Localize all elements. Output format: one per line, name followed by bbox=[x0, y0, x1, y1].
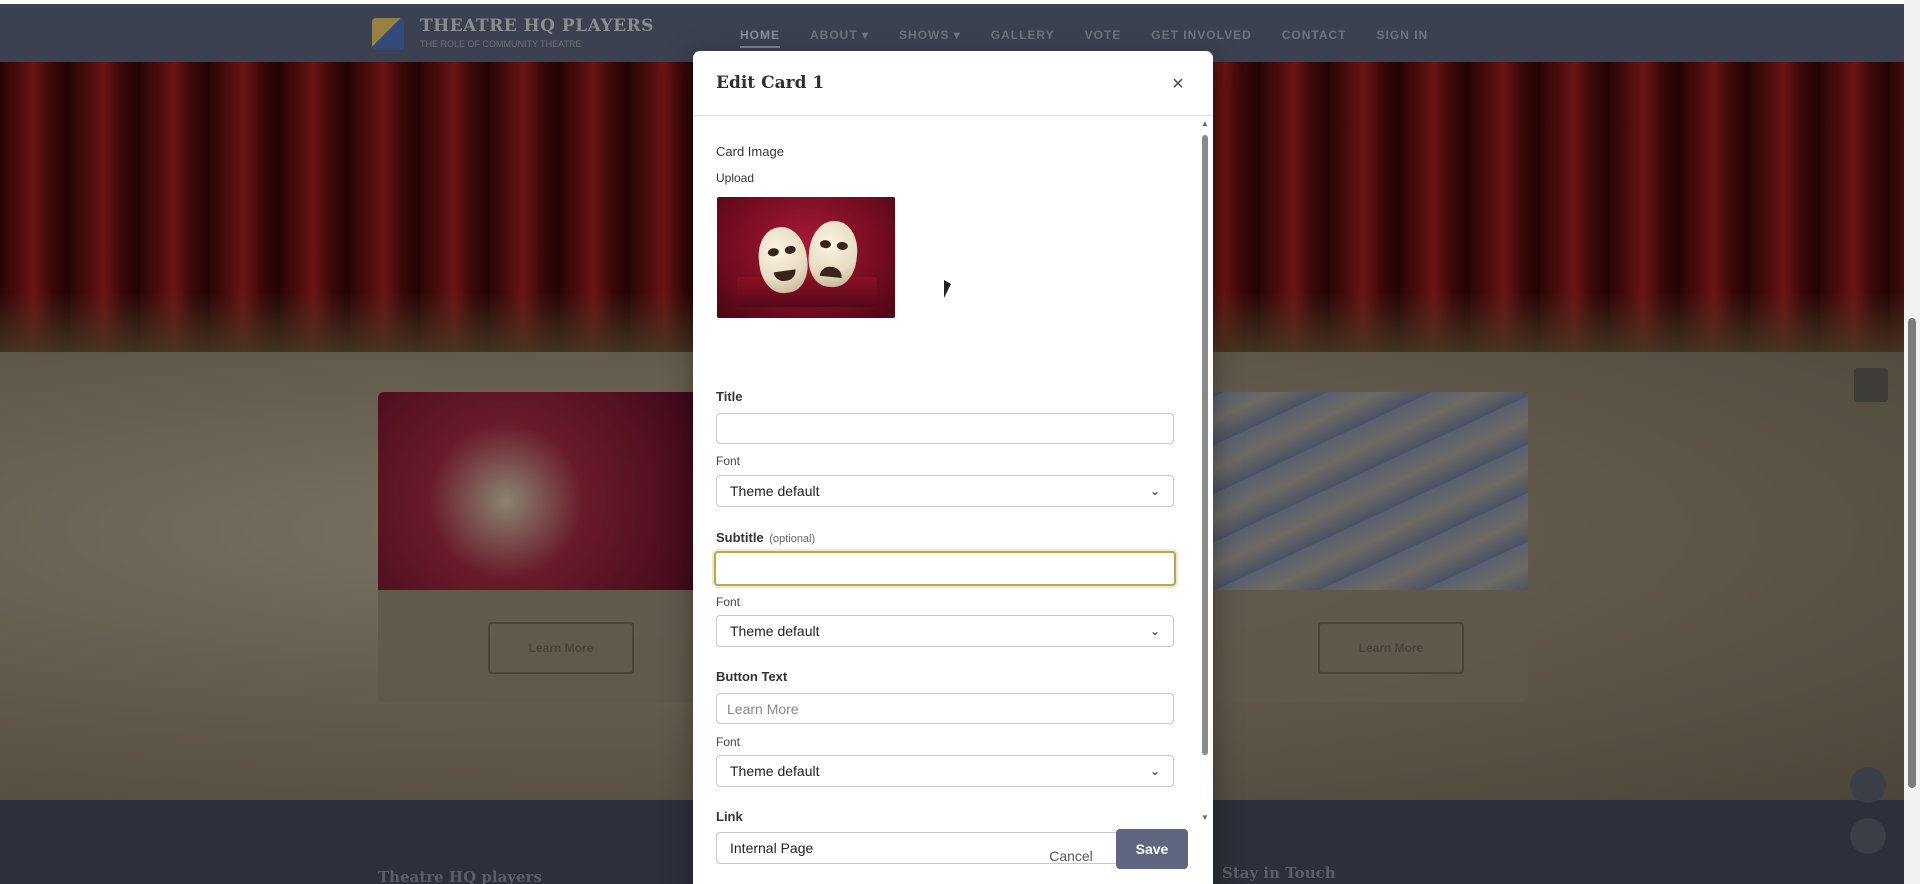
button-text-label: Button Text bbox=[716, 669, 788, 684]
nav-contact[interactable]: CONTACT bbox=[1282, 28, 1347, 48]
title-font-select[interactable]: Theme default ⌄ bbox=[716, 475, 1174, 507]
card-image-label: Card Image bbox=[716, 144, 784, 159]
nav-home[interactable]: HOME bbox=[740, 28, 780, 48]
edit-card-modal: Edit Card 1 × Card Image Upload Title Fo… bbox=[693, 51, 1213, 884]
button-font-value: Theme default bbox=[730, 763, 820, 779]
modal-title: Edit Card 1 bbox=[716, 73, 825, 93]
title-font-label: Font bbox=[716, 454, 741, 468]
card-3-button[interactable]: Learn More bbox=[1318, 622, 1464, 674]
card-image-thumbnail[interactable] bbox=[717, 197, 895, 318]
brand-logo-icon bbox=[372, 18, 404, 50]
footer-brand: Theatre HQ players bbox=[378, 868, 542, 884]
subtitle-label-text: Subtitle bbox=[716, 530, 764, 545]
chevron-down-icon: ⌄ bbox=[1149, 764, 1160, 778]
subtitle-optional-hint: (optional) bbox=[769, 533, 816, 545]
nav-get-involved[interactable]: GET INVOLVED bbox=[1151, 28, 1251, 48]
title-label: Title bbox=[716, 389, 743, 404]
nav-vote[interactable]: VOTE bbox=[1085, 28, 1122, 48]
brand-tagline: THE ROLE OF COMMUNITY THEATRE bbox=[420, 39, 582, 49]
mask-eye bbox=[767, 247, 780, 257]
modal-body: Card Image Upload Title Font Theme defau… bbox=[693, 117, 1213, 879]
title-font-value: Theme default bbox=[730, 483, 820, 499]
footer-heading: Stay in Touch bbox=[1222, 864, 1336, 882]
card-1: Learn More bbox=[378, 392, 698, 702]
mask-eye bbox=[784, 245, 797, 255]
upload-label[interactable]: Upload bbox=[716, 171, 754, 185]
link-label: Link bbox=[716, 809, 743, 824]
brand-name: THEATRE HQ PLAYERS bbox=[420, 16, 654, 36]
nav-shows[interactable]: SHOWS ▾ bbox=[899, 28, 961, 48]
mouse-cursor-icon bbox=[944, 280, 951, 298]
button-text-input[interactable] bbox=[716, 693, 1174, 724]
button-font-select[interactable]: Theme default ⌄ bbox=[716, 755, 1174, 787]
subtitle-font-select[interactable]: Theme default ⌄ bbox=[716, 615, 1174, 647]
modal-header: Edit Card 1 × bbox=[693, 51, 1213, 116]
floating-action-icon[interactable] bbox=[1850, 767, 1886, 803]
mask-eye bbox=[836, 241, 849, 251]
nav-links: HOME ABOUT ▾ SHOWS ▾ GALLERY VOTE GET IN… bbox=[740, 28, 1428, 48]
title-input[interactable] bbox=[716, 413, 1174, 444]
close-icon[interactable]: × bbox=[1167, 74, 1189, 96]
scroll-up-icon[interactable]: ▲ bbox=[1200, 119, 1210, 128]
page-scrollbar-thumb[interactable] bbox=[1908, 318, 1916, 788]
chevron-down-icon: ⌄ bbox=[1149, 484, 1160, 498]
card-3-image bbox=[1208, 392, 1528, 590]
card-3: Learn More bbox=[1208, 392, 1528, 702]
chat-icon[interactable] bbox=[1850, 818, 1886, 854]
subtitle-font-value: Theme default bbox=[730, 623, 820, 639]
button-font-label: Font bbox=[716, 735, 741, 749]
modal-scrollbar[interactable]: ▲ ▼ bbox=[1200, 119, 1210, 824]
mask-mouth bbox=[819, 265, 843, 279]
nav-sign-in[interactable]: SIGN IN bbox=[1377, 28, 1429, 48]
card-1-image bbox=[378, 392, 698, 590]
chevron-down-icon: ⌄ bbox=[1149, 624, 1160, 638]
save-button[interactable]: Save bbox=[1116, 829, 1188, 869]
modal-scrollbar-thumb[interactable] bbox=[1202, 135, 1208, 755]
card-1-button[interactable]: Learn More bbox=[488, 622, 634, 674]
mask-mouth bbox=[773, 269, 797, 283]
scroll-down-icon[interactable]: ▼ bbox=[1200, 813, 1210, 822]
cancel-button[interactable]: Cancel bbox=[1041, 841, 1101, 871]
nav-gallery[interactable]: GALLERY bbox=[991, 28, 1055, 48]
subtitle-input[interactable] bbox=[714, 551, 1176, 586]
subtitle-font-label: Font bbox=[716, 595, 741, 609]
thumbnail-pedestal bbox=[737, 277, 877, 307]
nav-about[interactable]: ABOUT ▾ bbox=[810, 28, 869, 48]
modal-footer: Cancel Save bbox=[693, 829, 1213, 884]
mask-eye bbox=[819, 239, 832, 249]
subtitle-label: Subtitle (optional) bbox=[716, 530, 815, 545]
edit-section-icon[interactable] bbox=[1854, 368, 1888, 402]
